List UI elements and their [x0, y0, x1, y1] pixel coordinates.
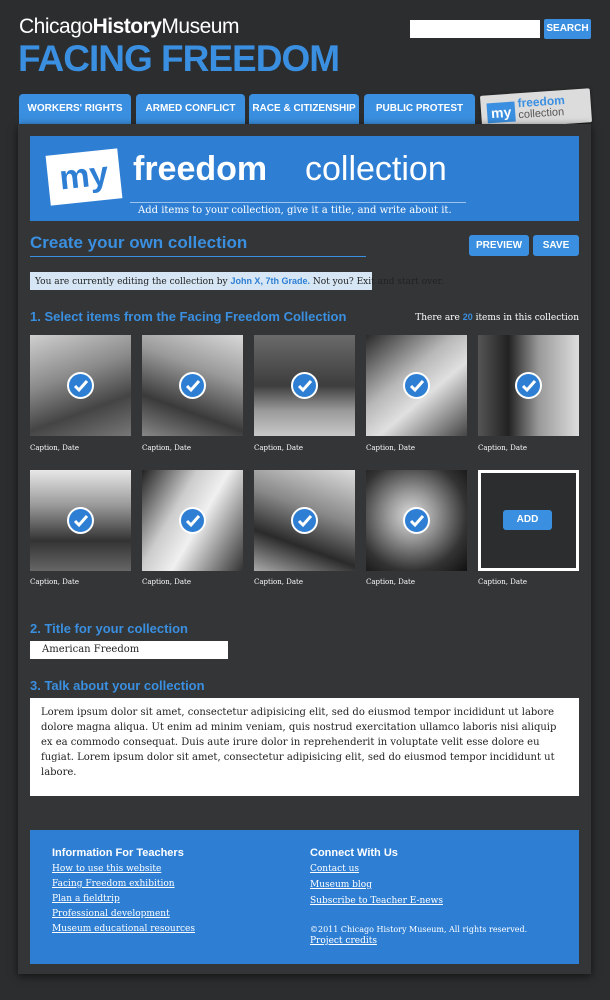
site-title[interactable]: FACING FREEDOM: [18, 38, 340, 80]
editing-user-link[interactable]: John X, 7th Grade.: [230, 276, 310, 286]
save-button[interactable]: SAVE: [533, 235, 579, 256]
collection-item[interactable]: [366, 335, 467, 436]
add-item-button[interactable]: ADD: [503, 510, 552, 530]
banner-my-logo: my: [45, 148, 123, 206]
check-icon[interactable]: [515, 372, 542, 399]
editing-notice: You are currently editing the collection…: [30, 272, 444, 290]
collection-item[interactable]: [142, 335, 243, 436]
count-suffix: items in this collection: [472, 313, 579, 323]
preview-button[interactable]: PREVIEW: [469, 235, 529, 256]
my-tab-my: my: [486, 101, 516, 124]
item-caption: Caption, Date: [478, 444, 527, 452]
banner-subtitle: Add items to your collection, give it a …: [138, 205, 452, 216]
check-icon[interactable]: [403, 372, 430, 399]
collection-item[interactable]: [142, 470, 243, 571]
my-tab-collection: collection: [517, 106, 565, 122]
footer-connect-heading: Connect With Us: [310, 847, 398, 859]
footer-link-educational-resources[interactable]: Museum educational resources: [52, 924, 195, 934]
search-button[interactable]: SEARCH: [544, 19, 591, 39]
collection-description-textarea[interactable]: Lorem ipsum dolor sit amet, consectetur …: [30, 698, 579, 796]
item-caption: Caption, Date: [254, 578, 303, 586]
item-count: There are 20 items in this collection: [415, 312, 579, 323]
collection-item[interactable]: [254, 470, 355, 571]
item-caption: Caption, Date: [478, 578, 527, 586]
footer-link-professional-development[interactable]: Professional development: [52, 909, 170, 919]
section-title-heading: 2. Title for your collection: [30, 621, 188, 636]
collection-item[interactable]: [366, 470, 467, 571]
count-number: 20: [462, 312, 473, 322]
collection-item[interactable]: [254, 335, 355, 436]
footer-link-exhibition[interactable]: Facing Freedom exhibition: [52, 879, 175, 889]
banner-collection: collection: [305, 150, 447, 188]
footer-copyright: ©2011 Chicago History Museum, All rights…: [310, 925, 528, 934]
footer-link-how-to-use[interactable]: How to use this website: [52, 864, 161, 874]
editing-prefix: You are currently editing the collection…: [35, 277, 231, 287]
check-icon[interactable]: [291, 372, 318, 399]
check-icon[interactable]: [179, 372, 206, 399]
footer-link-blog[interactable]: Museum blog: [310, 880, 372, 890]
item-caption: Caption, Date: [142, 578, 191, 586]
museum-logo[interactable]: ChicagoHistoryMuseum: [19, 15, 239, 39]
item-caption: Caption, Date: [30, 444, 79, 452]
check-icon[interactable]: [67, 507, 94, 534]
item-caption: Caption, Date: [254, 444, 303, 452]
collection-title-input[interactable]: American Freedom: [30, 641, 228, 659]
footer-link-subscribe[interactable]: Subscribe to Teacher E-news: [310, 896, 443, 906]
banner-divider: [130, 202, 466, 203]
item-caption: Caption, Date: [30, 578, 79, 586]
check-icon[interactable]: [179, 507, 206, 534]
item-caption: Caption, Date: [142, 444, 191, 452]
check-icon[interactable]: [403, 507, 430, 534]
editing-suffix[interactable]: Not you? Exit and start over.: [310, 277, 444, 287]
logo-suffix: Museum: [161, 15, 239, 38]
footer-link-credits[interactable]: Project credits: [310, 936, 377, 946]
logo-bold: History: [92, 15, 162, 38]
collection-item[interactable]: [478, 335, 579, 436]
tab-workers-rights[interactable]: WORKERS' RIGHTS: [19, 94, 131, 124]
footer-link-contact[interactable]: Contact us: [310, 864, 359, 874]
section-select-items-heading: 1. Select items from the Facing Freedom …: [30, 309, 347, 324]
check-icon[interactable]: [67, 372, 94, 399]
collection-item[interactable]: [30, 335, 131, 436]
page-title: Create your own collection: [30, 233, 248, 252]
footer-teachers-heading: Information For Teachers: [52, 847, 184, 859]
check-icon[interactable]: [291, 507, 318, 534]
footer-link-fieldtrip[interactable]: Plan a fieldtrip: [52, 894, 120, 904]
item-caption: Caption, Date: [366, 578, 415, 586]
tab-armed-conflict[interactable]: ARMED CONFLICT: [136, 94, 245, 124]
tab-public-protest[interactable]: PUBLIC PROTEST: [364, 94, 475, 124]
tab-race-citizenship[interactable]: RACE & CITIZENSHIP: [249, 94, 359, 124]
section-talk-heading: 3. Talk about your collection: [30, 678, 205, 693]
page-title-underline: [30, 256, 366, 257]
count-prefix: There are: [415, 313, 463, 323]
banner-freedom: freedom: [133, 150, 268, 188]
item-caption: Caption, Date: [366, 444, 415, 452]
search-input[interactable]: [410, 20, 540, 38]
collection-item[interactable]: [30, 470, 131, 571]
logo-prefix: Chicago: [19, 15, 93, 38]
